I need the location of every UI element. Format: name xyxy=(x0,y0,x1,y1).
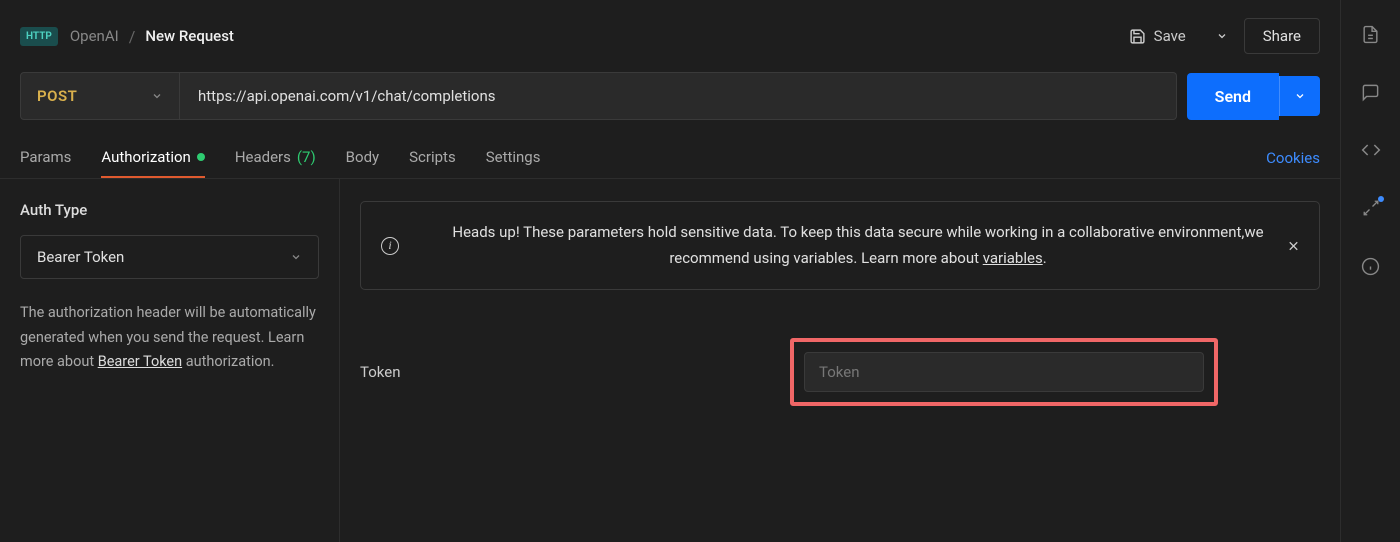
code-icon[interactable] xyxy=(1361,140,1381,160)
cookies-link[interactable]: Cookies xyxy=(1266,139,1320,177)
chevron-down-icon xyxy=(151,90,163,102)
http-method-value: POST xyxy=(37,87,77,105)
notification-dot-icon xyxy=(1378,196,1384,202)
tab-settings[interactable]: Settings xyxy=(486,138,541,178)
right-rail xyxy=(1340,0,1400,542)
comments-icon[interactable] xyxy=(1361,82,1381,102)
token-row: Token xyxy=(360,338,1320,406)
chevron-down-icon xyxy=(1294,90,1306,102)
tab-params[interactable]: Params xyxy=(20,138,71,178)
close-icon xyxy=(1286,238,1301,253)
breadcrumb-request-name[interactable]: New Request xyxy=(145,27,234,45)
tab-scripts[interactable]: Scripts xyxy=(409,138,456,178)
documentation-icon[interactable] xyxy=(1361,24,1381,44)
tab-headers[interactable]: Headers (7) xyxy=(235,138,316,178)
share-button[interactable]: Share xyxy=(1244,18,1320,54)
auth-help-text: The authorization header will be automat… xyxy=(20,301,319,375)
save-button[interactable]: Save xyxy=(1115,19,1200,53)
tabs: Params Authorization Headers (7) Body Sc… xyxy=(0,138,1340,179)
url-input[interactable] xyxy=(180,72,1177,120)
auth-type-label: Auth Type xyxy=(20,201,319,219)
info-rail-icon[interactable] xyxy=(1361,256,1381,276)
send-dropdown-chevron[interactable] xyxy=(1279,76,1320,116)
save-icon xyxy=(1129,28,1146,45)
token-input-highlight xyxy=(790,338,1218,406)
http-badge-icon: HTTP xyxy=(20,27,58,46)
save-dropdown-chevron[interactable] xyxy=(1206,22,1238,50)
breadcrumb-collection[interactable]: OpenAI xyxy=(70,27,119,45)
send-button[interactable]: Send xyxy=(1187,73,1279,120)
auth-type-select[interactable]: Bearer Token xyxy=(20,235,319,279)
tab-body[interactable]: Body xyxy=(346,138,379,178)
tab-authorization[interactable]: Authorization xyxy=(101,138,204,178)
alert-close-button[interactable] xyxy=(1286,238,1301,253)
expand-icon[interactable] xyxy=(1361,198,1381,218)
bearer-token-doc-link[interactable]: Bearer Token xyxy=(98,353,182,370)
variables-doc-link[interactable]: variables xyxy=(983,249,1043,267)
token-input[interactable] xyxy=(804,352,1204,392)
breadcrumb: OpenAI / New Request xyxy=(70,27,1103,46)
auth-type-value: Bearer Token xyxy=(37,248,124,266)
tab-modified-indicator-icon xyxy=(197,153,205,161)
header: HTTP OpenAI / New Request Save Share xyxy=(0,0,1340,72)
url-bar: POST Send xyxy=(0,72,1340,138)
auth-sidebar: Auth Type Bearer Token The authorization… xyxy=(0,179,340,542)
breadcrumb-separator: / xyxy=(129,27,136,46)
http-method-select[interactable]: POST xyxy=(20,72,180,120)
token-label: Token xyxy=(360,363,790,381)
sensitive-data-alert: i Heads up! These parameters hold sensit… xyxy=(360,201,1320,290)
auth-detail-panel: i Heads up! These parameters hold sensit… xyxy=(340,179,1340,542)
chevron-down-icon xyxy=(290,251,302,263)
info-icon: i xyxy=(381,237,399,255)
chevron-down-icon xyxy=(1216,30,1228,42)
